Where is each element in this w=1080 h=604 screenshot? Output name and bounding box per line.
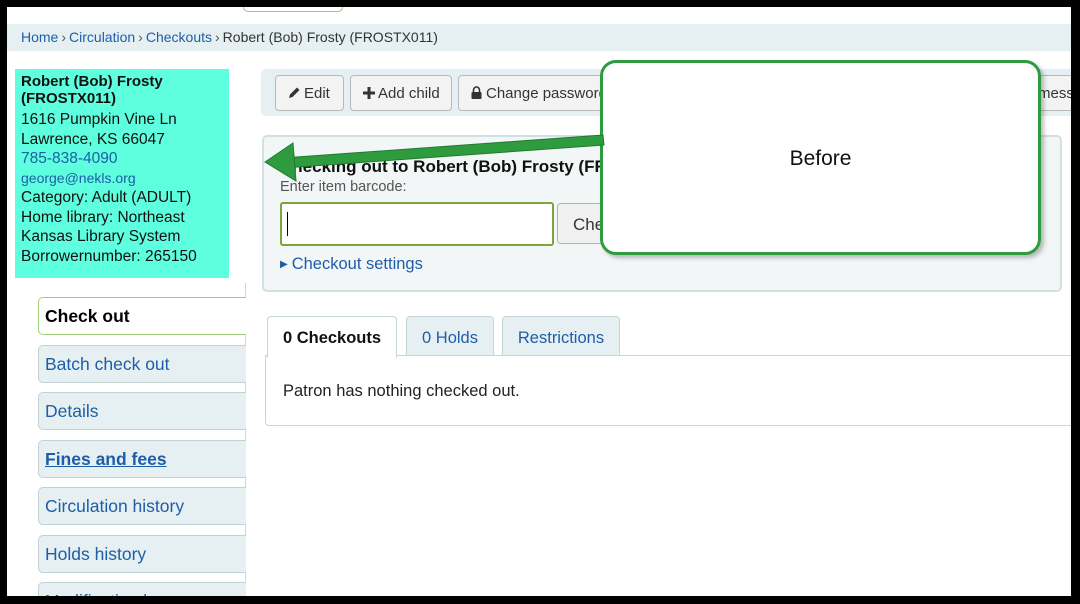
edit-button-label: Edit bbox=[304, 85, 330, 102]
checkouts-tab-panel: Patron has nothing checked out. bbox=[265, 355, 1071, 426]
callout-text: Before bbox=[789, 147, 852, 170]
patron-borrowernumber: Borrowernumber: 265150 bbox=[21, 247, 197, 265]
add-child-button-label: Add child bbox=[378, 85, 440, 102]
change-password-button[interactable]: Change password bbox=[458, 75, 618, 111]
empty-checkouts-message: Patron has nothing checked out. bbox=[283, 382, 520, 400]
edit-button[interactable]: Edit bbox=[275, 75, 344, 111]
breadcrumb-separator: › bbox=[138, 29, 143, 45]
barcode-label: Enter item barcode: bbox=[280, 179, 407, 195]
nav-item-modification-log[interactable]: Modification log bbox=[38, 582, 246, 596]
patron-name: Robert (Bob) Frosty (FROSTX011) bbox=[21, 73, 163, 107]
patron-category: Category: Adult (ADULT) bbox=[21, 189, 192, 206]
nav-item-details[interactable]: Details bbox=[38, 392, 246, 430]
checkout-settings-label: Checkout settings bbox=[291, 255, 423, 273]
patron-address-line1: 1616 Pumpkin Vine Ln bbox=[21, 111, 177, 128]
patron-info-panel: Robert (Bob) Frosty (FROSTX011) 1616 Pum… bbox=[15, 69, 229, 278]
breadcrumb: Home › Circulation › Checkouts › Robert (Bob) … bbox=[7, 24, 1071, 51]
checkout-header: Checking out to Robert (Bob) Frosty (FR bbox=[280, 157, 607, 176]
nav-item-holds-history[interactable]: Holds history bbox=[38, 534, 246, 573]
nav-item-fines-and-fees[interactable]: Fines and fees bbox=[38, 439, 246, 478]
breadcrumb-separator: › bbox=[215, 29, 220, 45]
lock-icon bbox=[471, 86, 482, 99]
checkout-settings-toggle[interactable]: ▶ Checkout settings bbox=[280, 255, 423, 274]
nav-item-check-out[interactable]: Check out bbox=[38, 297, 246, 335]
tab-restrictions[interactable]: Restrictions bbox=[502, 316, 620, 357]
nav-item-batch-check-out[interactable]: Batch check out bbox=[38, 344, 246, 383]
breadcrumb-home[interactable]: Home bbox=[21, 29, 58, 45]
caret-right-icon: ▶ bbox=[280, 259, 288, 270]
screenshot-frame: Home › Circulation › Checkouts › Robert (Bob) … bbox=[7, 7, 1071, 596]
barcode-input[interactable] bbox=[280, 202, 554, 246]
plus-icon bbox=[363, 87, 375, 99]
breadcrumb-checkouts[interactable]: Checkouts bbox=[146, 29, 212, 45]
patron-address-line2: Lawrence, KS 66047 bbox=[21, 130, 165, 148]
breadcrumb-circulation[interactable]: Circulation bbox=[69, 29, 135, 45]
nav-item-circulation-history[interactable]: Circulation history bbox=[38, 487, 246, 525]
tab-holds[interactable]: 0 Holds bbox=[406, 316, 494, 357]
tab-checkouts[interactable]: 0 Checkouts bbox=[267, 316, 397, 358]
change-password-button-label: Change password bbox=[486, 85, 607, 102]
pencil-icon bbox=[289, 87, 300, 98]
annotation-callout: Before bbox=[600, 60, 1041, 255]
breadcrumb-current: Robert (Bob) Frosty (FROSTX011) bbox=[222, 29, 438, 45]
patron-home-library-line2: Kansas Library System bbox=[21, 228, 181, 245]
patron-email-link[interactable]: george@nekls.org bbox=[21, 169, 223, 189]
breadcrumb-separator: › bbox=[61, 29, 67, 45]
patron-home-library-line1: Home library: Northeast bbox=[21, 208, 185, 226]
patron-nav: Check out Batch check out Details Fines … bbox=[38, 297, 246, 596]
header-tab-stub bbox=[243, 7, 343, 12]
patron-phone-link[interactable]: 785-838-4090 bbox=[21, 149, 223, 169]
add-child-button[interactable]: Add child bbox=[350, 75, 452, 111]
message-button-label: mess bbox=[1038, 85, 1071, 102]
